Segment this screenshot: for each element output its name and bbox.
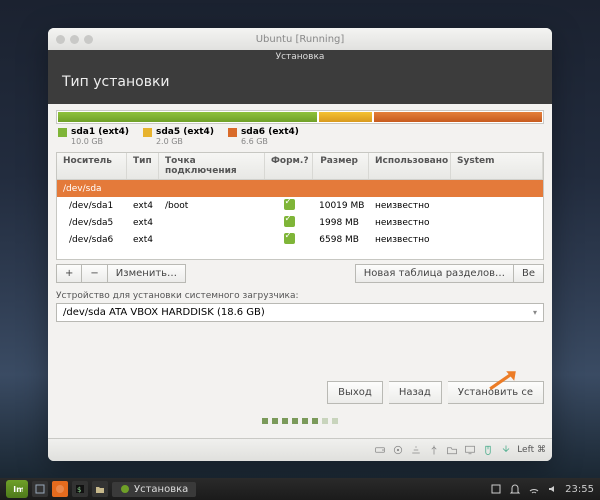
- legend-size: 6.6 GB: [241, 137, 299, 146]
- hdd-icon[interactable]: [373, 444, 386, 457]
- partition-legend: sda1 (ext4)10.0 GB sda5 (ext4)2.0 GB sda…: [56, 124, 544, 152]
- remove-partition-button[interactable]: −: [82, 264, 107, 283]
- table-header: Носитель Тип Точка подключения Форм.? Ра…: [57, 153, 543, 180]
- display-icon[interactable]: [463, 444, 476, 457]
- terminal-launcher[interactable]: $: [72, 481, 88, 497]
- bootloader-value: /dev/sda ATA VBOX HARDDISK (18.6 GB): [63, 307, 265, 318]
- legend-label: sda5 (ext4): [156, 127, 214, 137]
- revert-button[interactable]: Ве: [514, 264, 544, 283]
- mint-logo-icon: lm: [11, 483, 23, 495]
- os-taskbar[interactable]: lm $ Установка 23:55: [0, 478, 600, 500]
- new-table-button[interactable]: Новая таблица разделов…: [355, 264, 514, 283]
- installer-heading: Тип установки: [48, 64, 552, 104]
- notification-icon[interactable]: [508, 483, 521, 496]
- legend-label: sda1 (ext4): [71, 127, 129, 137]
- partition-seg-sda5[interactable]: [319, 112, 372, 122]
- installer-titlebar[interactable]: Установка: [48, 50, 552, 64]
- partition-table[interactable]: Носитель Тип Точка подключения Форм.? Ра…: [56, 152, 544, 260]
- col-format[interactable]: Форм.?: [265, 153, 313, 179]
- files-launcher[interactable]: [92, 481, 108, 497]
- legend-label: sda6 (ext4): [241, 127, 299, 137]
- checkbox-icon: [284, 216, 295, 227]
- vm-title: Ubuntu [Running]: [48, 34, 552, 45]
- col-used[interactable]: Использовано: [369, 153, 451, 179]
- col-system[interactable]: System: [451, 153, 543, 179]
- mouse-integration-icon[interactable]: [481, 444, 494, 457]
- show-desktop-button[interactable]: [32, 481, 48, 497]
- host-key-label: Left ⌘: [517, 445, 546, 455]
- optical-icon[interactable]: [391, 444, 404, 457]
- keyboard-capture-icon[interactable]: [499, 444, 512, 457]
- partition-seg-sda6[interactable]: [374, 112, 542, 122]
- firefox-launcher[interactable]: [52, 481, 68, 497]
- vm-titlebar[interactable]: Ubuntu [Running]: [48, 28, 552, 50]
- table-row[interactable]: /dev/sda: [57, 180, 543, 197]
- clock[interactable]: 23:55: [565, 484, 594, 495]
- add-partition-button[interactable]: +: [56, 264, 82, 283]
- bootloader-select[interactable]: /dev/sda ATA VBOX HARDDISK (18.6 GB) ▾: [56, 303, 544, 322]
- change-partition-button[interactable]: Изменить…: [108, 264, 186, 283]
- network-tray-icon[interactable]: [527, 483, 540, 496]
- vm-window: Ubuntu [Running] Установка Тип установки…: [48, 28, 552, 461]
- svg-text:$: $: [77, 486, 81, 494]
- svg-text:lm: lm: [13, 484, 23, 494]
- network-icon[interactable]: [409, 444, 422, 457]
- shared-folder-icon[interactable]: [445, 444, 458, 457]
- partition-bar: [56, 110, 544, 124]
- table-row[interactable]: /dev/sda1 ext4 /boot 10019 MB неизвестно: [57, 197, 543, 214]
- start-menu-button[interactable]: lm: [6, 480, 28, 498]
- chevron-down-icon: ▾: [533, 308, 537, 317]
- bootloader-label: Устройство для установки системного загр…: [56, 291, 544, 301]
- progress-dots: [48, 409, 552, 428]
- swatch-icon: [143, 128, 152, 137]
- install-button[interactable]: Установить се: [448, 381, 544, 404]
- swatch-icon: [228, 128, 237, 137]
- checkbox-icon: [284, 233, 295, 244]
- app-icon: [120, 484, 130, 494]
- update-icon[interactable]: [489, 483, 502, 496]
- installer-window: Установка Тип установки sda1 (ext4)10.0 …: [48, 50, 552, 438]
- col-size[interactable]: Размер: [313, 153, 369, 179]
- legend-size: 2.0 GB: [156, 137, 214, 146]
- partition-seg-sda1[interactable]: [58, 112, 317, 122]
- usb-icon[interactable]: [427, 444, 440, 457]
- table-row[interactable]: /dev/sda6 ext4 6598 MB неизвестно: [57, 231, 543, 248]
- legend-size: 10.0 GB: [71, 137, 129, 146]
- table-row[interactable]: /dev/sda5 ext4 1998 MB неизвестно: [57, 214, 543, 231]
- vm-client-area: Установка Тип установки sda1 (ext4)10.0 …: [48, 50, 552, 438]
- system-tray[interactable]: 23:55: [489, 483, 594, 496]
- checkbox-icon: [284, 199, 295, 210]
- task-label: Установка: [134, 484, 188, 495]
- swatch-icon: [58, 128, 67, 137]
- col-type[interactable]: Тип: [127, 153, 159, 179]
- quit-button[interactable]: Выход: [327, 381, 383, 404]
- col-device[interactable]: Носитель: [57, 153, 127, 179]
- volume-icon[interactable]: [546, 483, 559, 496]
- taskbar-task-installer[interactable]: Установка: [112, 482, 196, 497]
- back-button[interactable]: Назад: [389, 381, 442, 404]
- vm-statusbar: Left ⌘: [48, 438, 552, 461]
- col-mount[interactable]: Точка подключения: [159, 153, 265, 179]
